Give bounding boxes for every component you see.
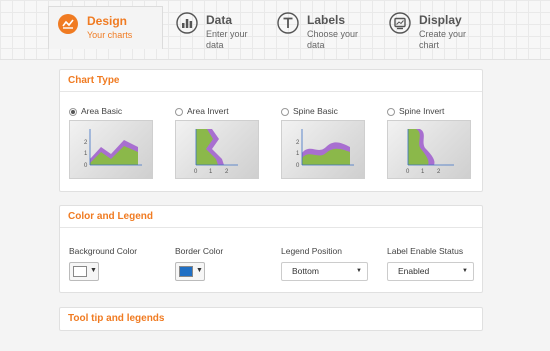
tab-data-subtitle: Enter your data [206, 29, 248, 50]
caret-down-icon: ▼ [196, 267, 203, 274]
chevron-down-icon: ▼ [356, 268, 362, 274]
area-invert-xtick: 1 [209, 169, 213, 175]
spine-basic-thumbnail[interactable]: 2 1 0 [281, 120, 365, 179]
tab-display-title: Display [419, 13, 462, 27]
spine-invert-xtick: 1 [421, 169, 425, 175]
data-bars-icon [176, 12, 198, 34]
area-invert-label: Area Invert [187, 106, 229, 116]
label-enable-select[interactable]: Enabled ▼ [387, 262, 474, 281]
border-color-field: Border Color ▼ [175, 246, 224, 281]
display-icon [389, 12, 411, 34]
area-invert-xtick: 2 [225, 169, 229, 175]
area-basic-ytick: 0 [84, 163, 88, 169]
tab-display-subtitle: Create your chart [419, 29, 467, 50]
tab-labels-title: Labels [307, 13, 346, 27]
legend-position-select[interactable]: Bottom ▼ [281, 262, 368, 281]
legend-position-value: Bottom [292, 266, 319, 276]
tab-labels-subtitle: Choose your data [307, 29, 359, 50]
area-invert-thumbnail[interactable]: 0 1 2 [175, 120, 259, 179]
label-enable-value: Enabled [398, 266, 430, 276]
spine-invert-label: Spine Invert [399, 106, 445, 116]
border-color-label: Border Color [175, 246, 224, 256]
tab-display[interactable]: Display Create your chart [381, 6, 486, 50]
color-legend-heading: Color and Legend [60, 206, 482, 228]
label-enable-field: Label Enable Status Enabled ▼ [387, 246, 474, 281]
chart-type-panel: Chart Type Area Basic 2 1 0 Area Invert [59, 69, 483, 192]
spine-basic-label: Spine Basic [293, 106, 338, 116]
area-basic-radio[interactable] [69, 108, 77, 116]
tooltip-legends-heading: Tool tip and legends [68, 313, 165, 324]
spine-invert-thumbnail[interactable]: 0 1 2 [387, 120, 471, 179]
border-color-picker[interactable]: ▼ [175, 262, 205, 281]
legend-position-field: Legend Position Bottom ▼ [281, 246, 368, 281]
border-color-swatch [179, 266, 193, 277]
background-color-field: Background Color ▼ [69, 246, 138, 281]
area-invert-radio[interactable] [175, 108, 183, 116]
color-legend-panel: Color and Legend Background Color ▼ Bord… [59, 205, 483, 293]
spine-invert-xtick: 0 [406, 169, 410, 175]
label-enable-label: Label Enable Status [387, 246, 464, 256]
area-basic-thumbnail[interactable]: 2 1 0 [69, 120, 153, 179]
background-color-label: Background Color [69, 246, 138, 256]
spine-basic-radio[interactable] [281, 108, 289, 116]
spine-invert-xtick: 2 [437, 169, 441, 175]
spine-basic-ytick: 1 [296, 151, 300, 157]
caret-down-icon: ▼ [90, 267, 97, 274]
wizard-tabs: Design Your charts Data Enter your data … [0, 0, 550, 60]
design-icon [57, 13, 79, 35]
chevron-down-icon: ▼ [462, 268, 468, 274]
tooltip-legends-panel[interactable]: Tool tip and legends [59, 307, 483, 331]
area-basic-ytick: 2 [84, 140, 88, 146]
tab-design-subtitle: Your charts [87, 30, 133, 40]
tab-design[interactable]: Design Your charts [48, 6, 163, 49]
labels-text-icon [277, 12, 299, 34]
background-color-picker[interactable]: ▼ [69, 262, 99, 281]
tab-data-title: Data [206, 13, 233, 27]
tab-design-title: Design [87, 14, 128, 28]
spine-basic-ytick: 2 [296, 140, 300, 146]
spine-basic-ytick: 0 [296, 163, 300, 169]
area-invert-xtick: 0 [194, 169, 198, 175]
background-color-swatch [73, 266, 87, 277]
legend-position-label: Legend Position [281, 246, 342, 256]
chart-type-heading: Chart Type [60, 70, 482, 92]
tab-data[interactable]: Data Enter your data [168, 6, 268, 50]
spine-invert-radio[interactable] [387, 108, 395, 116]
tab-labels[interactable]: Labels Choose your data [269, 6, 369, 50]
area-basic-ytick: 1 [84, 151, 88, 157]
area-basic-label: Area Basic [81, 106, 123, 116]
